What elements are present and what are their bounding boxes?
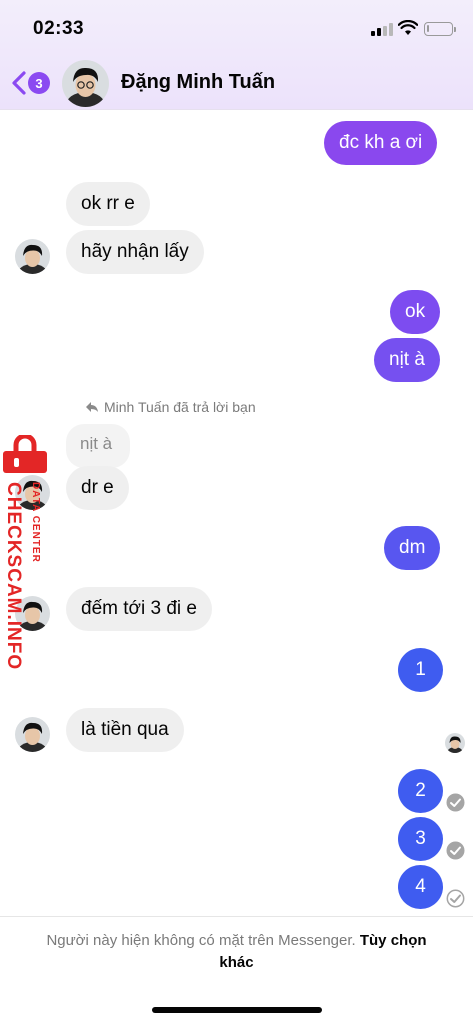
message-outgoing[interactable]: dm [384,526,441,570]
contact-avatar[interactable] [62,60,109,107]
unavailable-notice: Người này hiện không có mặt trên Messeng… [30,930,443,974]
lock-icon [3,435,47,473]
reply-arrow-icon [86,402,98,412]
message-outgoing[interactable]: đc kh a ơi [324,121,438,165]
status-time: 02:33 [33,18,85,39]
back-button[interactable]: 3 [10,68,52,98]
chevron-left-icon [12,71,26,95]
message-outgoing[interactable]: 2 [398,769,443,813]
unread-count-badge: 3 [28,72,50,94]
message-incoming[interactable]: đếm tới 3 đi e [66,587,212,631]
home-indicator[interactable] [152,1007,322,1013]
message-outgoing[interactable]: 4 [398,865,443,909]
unavailable-text: Người này hiện không có mặt trên Messeng… [46,932,356,949]
delivered-check-icon [446,793,465,812]
quoted-message[interactable]: nịt à [66,424,130,468]
delivered-check-icon [446,841,465,860]
sender-avatar [15,717,50,752]
reply-note: Minh Tuấn đã trả lời bạn [85,399,256,415]
wifi-icon [398,20,418,35]
reply-note-text: Minh Tuấn đã trả lời bạn [104,399,256,415]
watermark-subtext: DATA CENTER [30,482,41,563]
seen-avatar [445,733,465,753]
message-outgoing[interactable]: 1 [398,648,443,692]
message-outgoing[interactable]: 3 [398,817,443,861]
sent-check-icon [446,889,465,908]
message-outgoing[interactable]: ok [390,290,441,334]
divider [0,916,473,917]
message-incoming[interactable]: ok rr e [66,182,150,226]
message-incoming[interactable]: dr e [66,466,129,510]
contact-name[interactable]: Đặng Minh Tuấn [121,71,275,94]
message-incoming[interactable]: là tiền qua [66,708,184,752]
sender-avatar [15,239,50,274]
battery-icon [424,22,456,36]
cellular-signal-icon [371,23,393,36]
message-incoming[interactable]: hãy nhận lấy [66,230,204,274]
watermark-text: CHECKSCAM.INFO [3,482,24,671]
message-outgoing[interactable]: nịt à [374,338,440,382]
